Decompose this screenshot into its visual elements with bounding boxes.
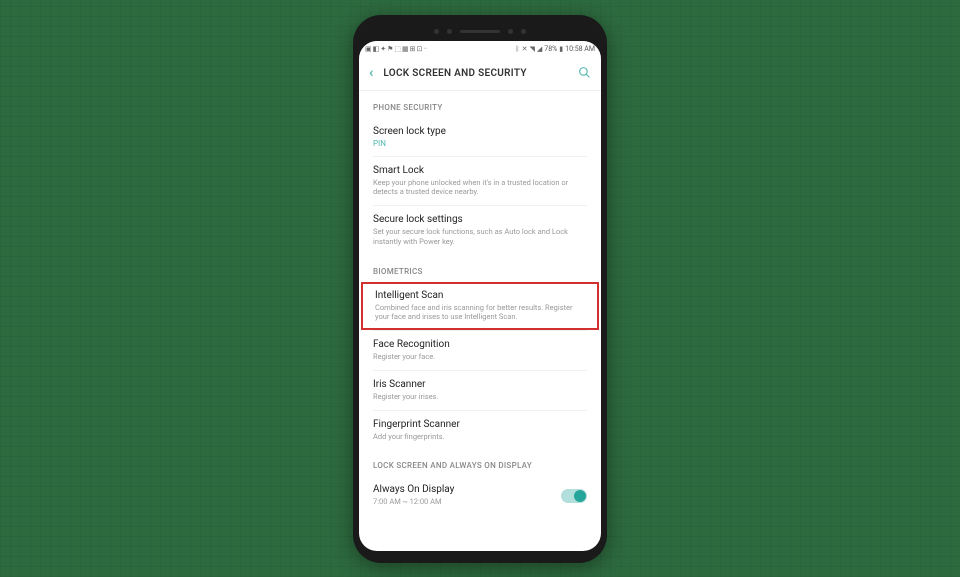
notification-icon: ▦ (402, 45, 409, 53)
back-chevron-icon[interactable]: ‹ (369, 65, 373, 81)
setting-subtitle: Set your secure lock functions, such as … (373, 227, 587, 247)
notification-icon: ⚑ (387, 45, 393, 53)
setting-subtitle: Register your irises. (373, 392, 587, 402)
status-time: 10:58 AM (565, 45, 595, 53)
setting-value: PIN (373, 139, 587, 148)
section-header-biometrics: BIOMETRICS (359, 255, 601, 282)
setting-title: Face Recognition (373, 339, 587, 350)
notification-icon: ◧ (373, 45, 380, 53)
setting-subtitle: Keep your phone unlocked when it's in a … (373, 178, 587, 198)
toggle-switch[interactable] (561, 489, 587, 503)
setting-always-on-display[interactable]: Always On Display 7:00 AM ~ 12:00 AM (359, 476, 601, 515)
setting-screen-lock-type[interactable]: Screen lock type PIN (359, 118, 601, 156)
setting-subtitle: Add your fingerprints. (373, 432, 587, 442)
section-header-phone-security: PHONE SECURITY (359, 91, 601, 118)
phone-frame: ▣ ◧ ✦ ⚑ ⬚ ▦ ⊞ ⊡ ·· ᛒ ✕ ◥ ◢ 78% ▮ 10:58 A… (353, 15, 607, 563)
setting-title: Fingerprint Scanner (373, 419, 587, 430)
setting-fingerprint-scanner[interactable]: Fingerprint Scanner Add your fingerprint… (359, 411, 601, 450)
setting-title: Iris Scanner (373, 379, 587, 390)
setting-face-recognition[interactable]: Face Recognition Register your face. (359, 331, 601, 370)
setting-secure-lock[interactable]: Secure lock settings Set your secure loc… (359, 206, 601, 255)
notification-icon: ⊞ (410, 45, 416, 53)
more-icon: ·· (423, 45, 427, 53)
section-header-lockscreen-aod: LOCK SCREEN AND ALWAYS ON DISPLAY (359, 449, 601, 476)
search-icon[interactable] (578, 64, 591, 83)
toggle-knob (574, 490, 586, 502)
notification-icon: ⊡ (417, 45, 423, 53)
settings-content: PHONE SECURITY Screen lock type PIN Smar… (359, 91, 601, 551)
status-bar-left: ▣ ◧ ✦ ⚑ ⬚ ▦ ⊞ ⊡ ·· (365, 45, 427, 53)
setting-subtitle: Register your face. (373, 352, 587, 362)
phone-screen: ▣ ◧ ✦ ⚑ ⬚ ▦ ⊞ ⊡ ·· ᛒ ✕ ◥ ◢ 78% ▮ 10:58 A… (359, 41, 601, 551)
setting-title: Secure lock settings (373, 214, 587, 225)
setting-title: Intelligent Scan (375, 290, 585, 301)
volume-icon: ✕ (522, 45, 528, 53)
notification-icon: ⬚ (394, 45, 401, 53)
setting-iris-scanner[interactable]: Iris Scanner Register your irises. (359, 371, 601, 410)
status-bar: ▣ ◧ ✦ ⚑ ⬚ ▦ ⊞ ⊡ ·· ᛒ ✕ ◥ ◢ 78% ▮ 10:58 A… (359, 41, 601, 57)
setting-intelligent-scan[interactable]: Intelligent Scan Combined face and iris … (361, 282, 599, 331)
setting-smart-lock[interactable]: Smart Lock Keep your phone unlocked when… (359, 157, 601, 206)
setting-title: Smart Lock (373, 165, 587, 176)
notification-icon: ▣ (365, 45, 372, 53)
setting-subtitle: Combined face and iris scanning for bett… (375, 303, 585, 323)
header-title: LOCK SCREEN AND SECURITY (383, 68, 568, 79)
battery-icon: ▮ (559, 45, 563, 53)
setting-subtitle: 7:00 AM ~ 12:00 AM (373, 497, 561, 507)
phone-top-sensors (359, 23, 601, 41)
battery-percent: 78% (544, 45, 557, 53)
bluetooth-icon: ᛒ (515, 45, 519, 53)
notification-icon: ✦ (380, 45, 386, 53)
app-header: ‹ LOCK SCREEN AND SECURITY (359, 57, 601, 91)
status-bar-right: ᛒ ✕ ◥ ◢ 78% ▮ 10:58 AM (515, 45, 595, 53)
setting-title: Always On Display (373, 484, 561, 495)
setting-title: Screen lock type (373, 126, 587, 137)
signal-icon: ◢ (537, 45, 542, 53)
wifi-icon: ◥ (530, 45, 535, 53)
